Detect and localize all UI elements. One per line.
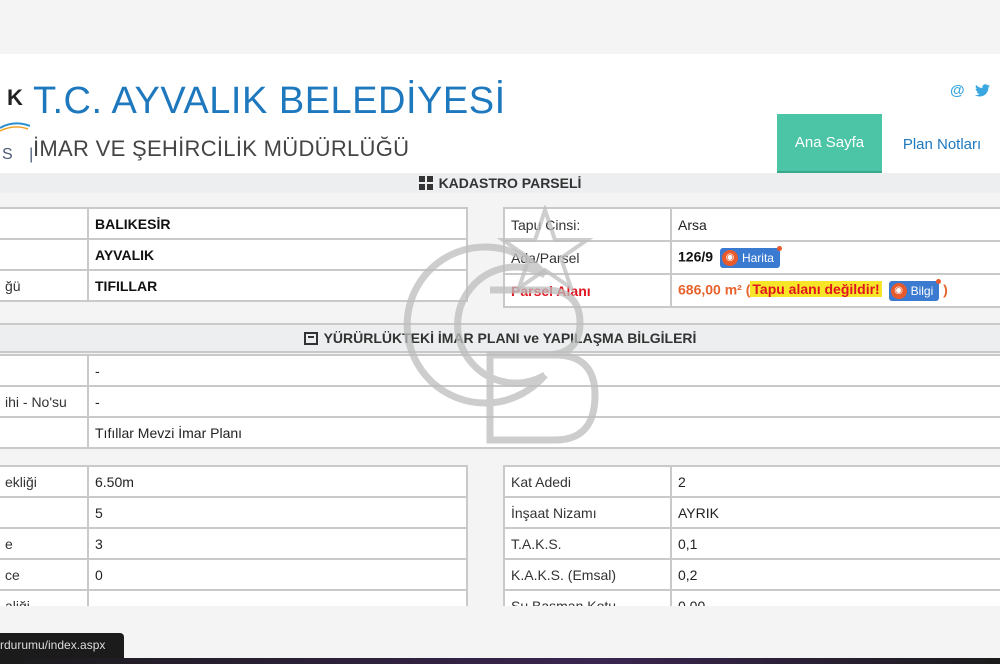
row-label: Kat Adedi [503,465,672,498]
table-row: Tıfıllar Mevzi İmar Planı [0,416,1000,449]
parsel-alani-label: Parsel Alanı [503,273,672,308]
parsel-alani-value: 686,00 m² [678,281,742,298]
table-row: K.A.K.S. (Emsal) 0,2 [503,558,1000,591]
tapu-cinsi-value: Arsa [670,207,1000,242]
list-icon [303,331,318,345]
taskbar-strip [0,658,1000,664]
row-value: - [87,385,1000,418]
yapilasma-left-table: ekliği 6.50m 5 e 3 ce 0 aliği [0,465,468,622]
email-icon[interactable]: @ [950,82,965,99]
harita-label: Harita [741,250,774,265]
table-row: - [0,354,1000,387]
row-label: ihi - No'su [0,385,89,418]
nav-home-tab[interactable]: Ana Sayfa [777,114,882,174]
close-paren: ) [943,281,948,298]
row-value: 3 [87,527,468,560]
kadastro-right-table: Tapu Cinsi: Arsa Ada/Parsel 126/9 ◉ Hari… [503,207,1000,308]
row-label [0,496,89,529]
row-label: K.A.K.S. (Emsal) [503,558,672,591]
imar-title-text: YÜRÜRLÜKTEKİ İMAR PLANI ve YAPILAŞMA BİL… [323,330,697,346]
site-title[interactable]: T.C. AYVALIK BELEDİYESİ [33,80,506,123]
row-value: 6.50m [87,465,468,498]
table-row: ekliği 6.50m [0,465,468,498]
map-icon: ◉ [721,249,738,266]
ada-parsel-value: 126/9 [678,248,714,265]
table-row: ce 0 [0,558,468,591]
row-value: 0 [87,558,468,591]
row-label: T.A.K.S. [503,527,672,560]
row-value: 2 [670,465,1000,498]
table-row: 5 [0,496,468,529]
bilgi-button[interactable]: ◉ Bilgi [888,278,942,301]
ada-parsel-cell: 126/9 ◉ Harita [670,240,1000,275]
imar-section-title: YÜRÜRLÜKTEKİ İMAR PLANI ve YAPILAŞMA BİL… [0,323,1000,353]
ada-parsel-label: Ada/Parsel [503,240,672,275]
row-label: ekliği [0,465,89,498]
table-row: T.A.K.S. 0,1 [503,527,1000,560]
row-value: Tıfıllar Mevzi İmar Planı [87,416,1000,449]
row-value: 5 [87,496,468,529]
row-label [0,354,89,387]
row-value: TIFILLAR [87,269,468,302]
row-label [0,416,89,449]
harita-button[interactable]: ◉ Harita [719,245,782,268]
row-value: - [87,354,1000,387]
logo-swoosh-icon [0,122,30,132]
row-label [0,207,89,240]
site-subtitle: İMAR VE ŞEHİRCİLİK MÜDÜRLÜĞÜ [33,136,410,161]
nav-plan-notes-tab[interactable]: Plan Notları [887,114,997,174]
table-row: Tapu Cinsi: Arsa [503,207,1000,242]
badge-dot [936,278,942,284]
row-value: 0,2 [670,558,1000,591]
table-row: Ada/Parsel 126/9 ◉ Harita [503,240,1000,275]
parsel-alani-cell: 686,00 m² (Tapu alanı değildir! ◉ Bilgi … [670,273,1000,308]
table-row: ğü TIFILLAR [0,269,468,302]
bilgi-label: Bilgi [910,283,934,298]
grid-icon [418,176,433,190]
table-row: BALIKESİR [0,207,468,240]
row-label: İnşaat Nizamı [503,496,672,529]
status-bar-url: rdurumu/index.aspx [0,633,124,658]
row-value: BALIKESİR [87,207,468,240]
row-label: e [0,527,89,560]
table-row: AYVALIK [0,238,468,271]
page-bottom-area [0,606,1000,664]
row-value: 0,1 [670,527,1000,560]
tapu-cinsi-label: Tapu Cinsi: [503,207,672,242]
kadastro-section-title: KADASTRO PARSELİ [0,173,1000,193]
row-label [0,238,89,271]
imar-table: - ihi - No'su - Tıfıllar Mevzi İmar Plan… [0,354,1000,449]
info-icon: ◉ [890,282,907,299]
table-row: İnşaat Nizamı AYRIK [503,496,1000,529]
browser-top-area [0,0,1000,54]
kadastro-title-text: KADASTRO PARSELİ [438,175,582,191]
row-label: ce [0,558,89,591]
table-row: ihi - No'su - [0,385,1000,418]
kadastro-left-table: BALIKESİR AYVALIK ğü TIFILLAR [0,207,468,302]
site-header: K S | T.C. AYVALIK BELEDİYESİ İMAR VE ŞE… [0,54,1000,175]
logo-letter: K [7,85,23,110]
badge-dot [776,245,782,251]
table-row: e 3 [0,527,468,560]
row-value: AYRIK [670,496,1000,529]
table-row: Parsel Alanı 686,00 m² (Tapu alanı değil… [503,273,1000,308]
yapilasma-right-table: Kat Adedi 2 İnşaat Nizamı AYRIK T.A.K.S.… [503,465,1000,622]
tapu-warning: Tapu alanı değildir! [750,281,882,298]
row-value: AYVALIK [87,238,468,271]
row-label: ğü [0,269,89,302]
table-row: Kat Adedi 2 [503,465,1000,498]
twitter-icon[interactable] [975,84,990,97]
